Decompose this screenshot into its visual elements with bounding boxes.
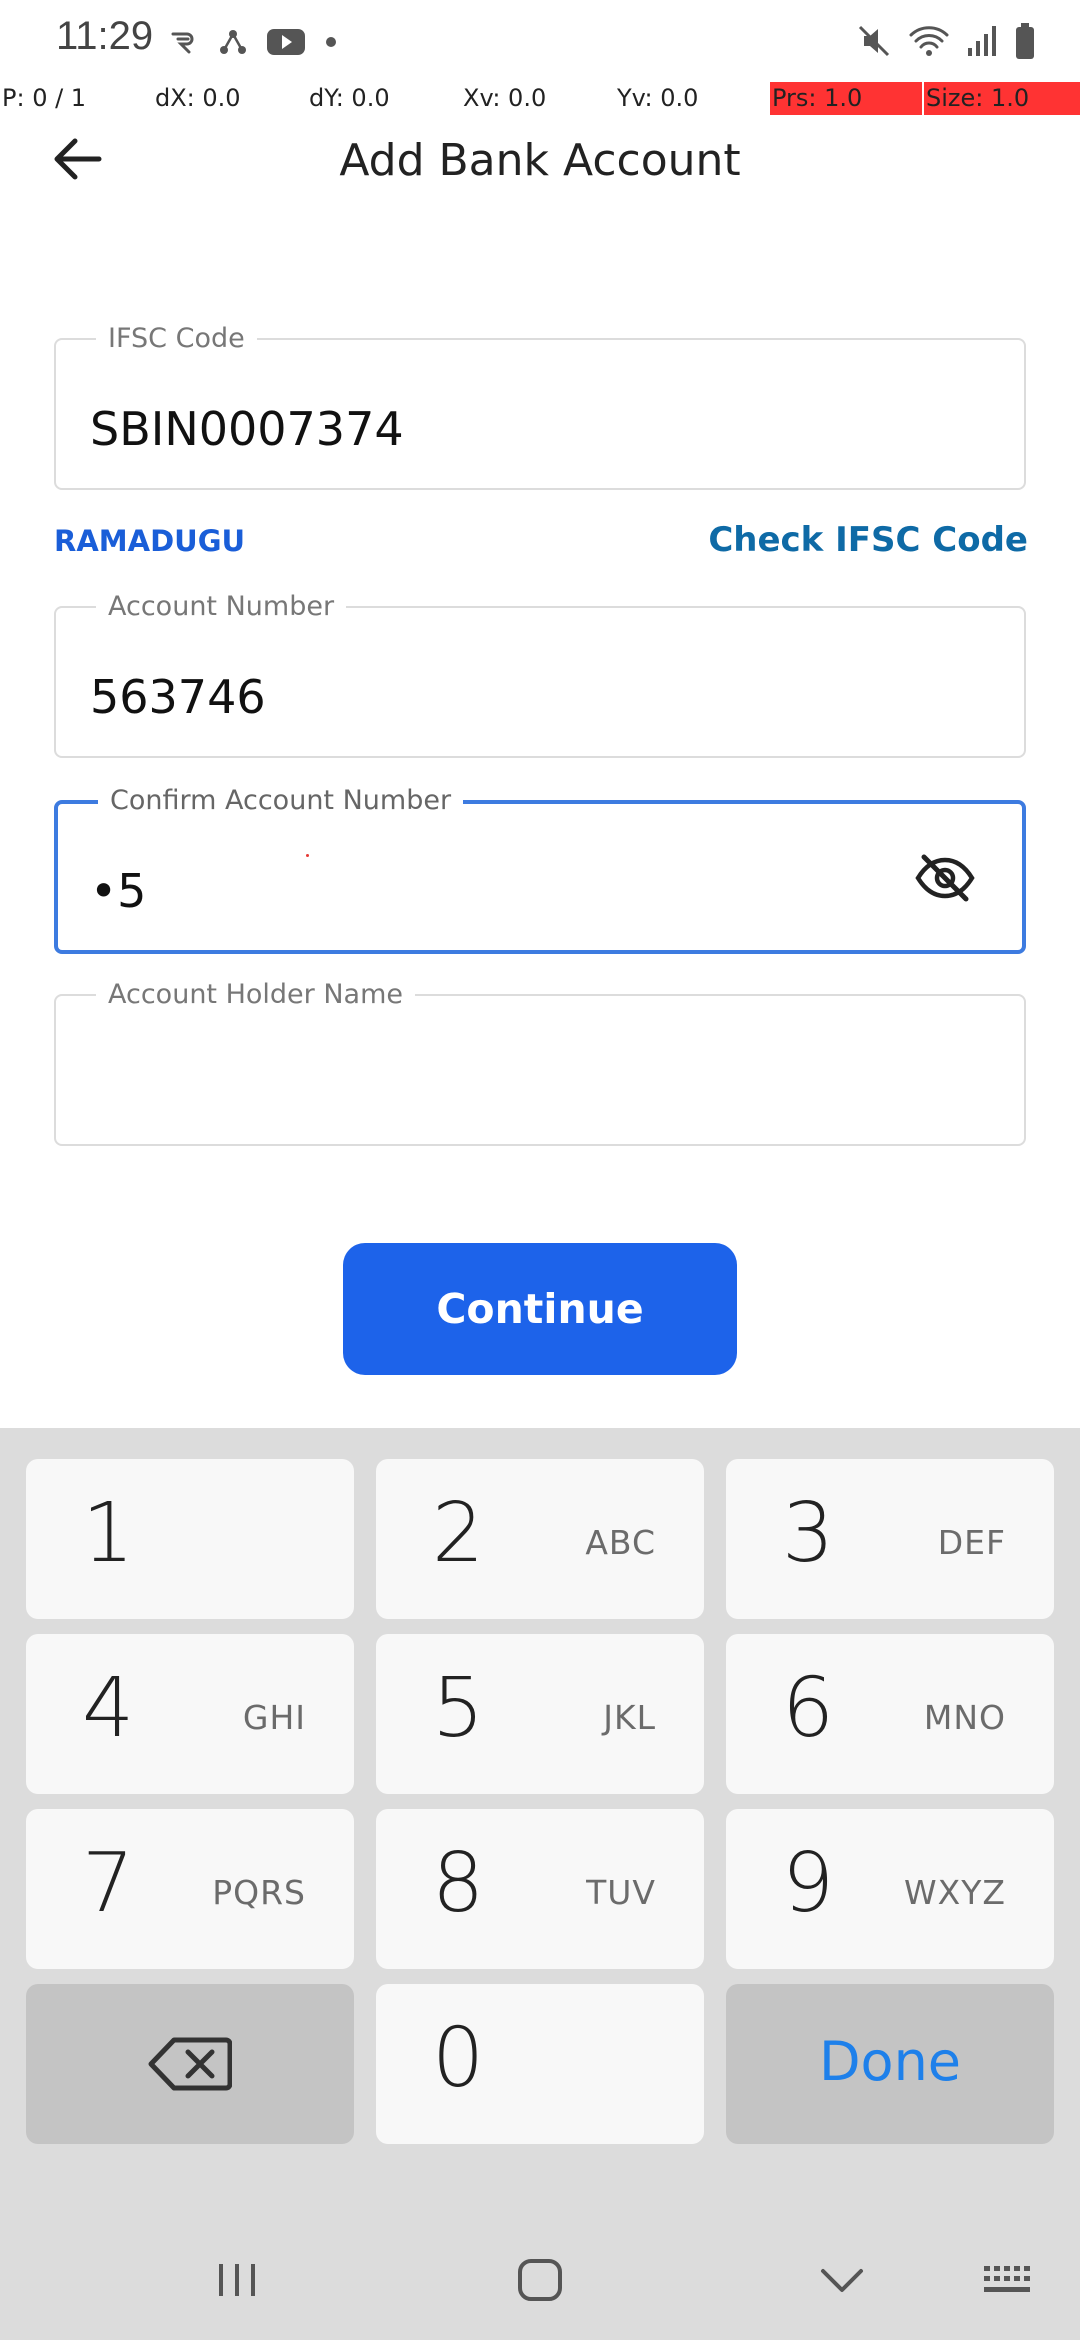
key-digit: 4 xyxy=(82,1661,135,1756)
pointer-pressure: Prs: 1.0 xyxy=(770,82,922,115)
key-8[interactable]: 8 TUV xyxy=(376,1809,704,1969)
key-6[interactable]: 6 MNO xyxy=(726,1634,1054,1794)
status-notification-icons xyxy=(170,22,338,62)
confirm-account-number-field[interactable]: Confirm Account Number •5 xyxy=(54,784,1026,954)
hide-keyboard-button[interactable] xyxy=(802,2250,882,2314)
account-number-label: Account Number xyxy=(96,590,347,624)
key-letters: JKL xyxy=(603,1698,656,1737)
key-digit: 1 xyxy=(82,1486,135,1581)
key-digit: 0 xyxy=(432,2011,485,2106)
account-holder-name-label: Account Holder Name xyxy=(96,978,416,1012)
key-digit: 6 xyxy=(782,1661,835,1756)
key-5[interactable]: 5 JKL xyxy=(376,1634,704,1794)
key-letters: ABC xyxy=(585,1523,656,1562)
recent-apps-button[interactable] xyxy=(197,2250,277,2314)
mute-icon xyxy=(856,23,892,59)
home-button[interactable] xyxy=(500,2250,580,2314)
key-letters: TUV xyxy=(586,1873,656,1912)
key-digit: 8 xyxy=(432,1836,485,1931)
key-digit: 9 xyxy=(782,1836,835,1931)
youtube-icon xyxy=(266,27,306,57)
confirm-account-number-label: Confirm Account Number xyxy=(98,784,464,818)
keyboard-switch-button[interactable] xyxy=(968,2250,1048,2314)
recent-apps-icon xyxy=(215,2260,259,2305)
keyboard-switch-icon xyxy=(983,2264,1033,2301)
key-3[interactable]: 3 DEF xyxy=(726,1459,1054,1619)
key-1[interactable]: 1 xyxy=(26,1459,354,1619)
pointer-count: P: 0 / 1 xyxy=(2,84,87,112)
status-bar: 11:29 xyxy=(0,0,1080,82)
account-holder-name-field[interactable]: Account Holder Name xyxy=(54,978,1026,1146)
key-2[interactable]: 2 ABC xyxy=(376,1459,704,1619)
touch-indicator xyxy=(306,854,309,857)
done-key[interactable]: Done xyxy=(726,1984,1054,2144)
key-letters: PQRS xyxy=(212,1873,306,1912)
ifsc-code-field[interactable]: IFSC Code SBIN0007374 xyxy=(54,322,1026,490)
backspace-key[interactable] xyxy=(26,1984,354,2144)
toggle-visibility-button[interactable] xyxy=(912,852,978,908)
backspace-icon xyxy=(26,1984,354,2144)
numeric-keyboard: 1 2 ABC 3 DEF 4 GHI 5 JKL 6 MNO 7 PQRS 8… xyxy=(0,1428,1080,2340)
status-system-icons xyxy=(856,18,1036,64)
eye-off-icon xyxy=(914,853,976,908)
key-letters: DEF xyxy=(937,1523,1006,1562)
ifsc-code-label: IFSC Code xyxy=(96,322,257,356)
account-number-field[interactable]: Account Number 563746 xyxy=(54,590,1026,758)
hide-keyboard-icon xyxy=(819,2265,865,2300)
continue-button[interactable]: Continue xyxy=(343,1243,737,1375)
key-digit: 7 xyxy=(82,1836,135,1931)
done-label: Done xyxy=(818,2030,962,2093)
key-7[interactable]: 7 PQRS xyxy=(26,1809,354,1969)
account-number-value[interactable]: 563746 xyxy=(90,670,266,724)
key-letters: WXYZ xyxy=(903,1873,1006,1912)
battery-icon xyxy=(1014,22,1036,60)
reddit-like-icon xyxy=(170,30,200,54)
key-digit: 3 xyxy=(782,1486,835,1581)
home-icon xyxy=(517,2258,563,2307)
check-ifsc-link[interactable]: Check IFSC Code xyxy=(708,520,1028,560)
key-4[interactable]: 4 GHI xyxy=(26,1634,354,1794)
pointer-dx: dX: 0.0 xyxy=(155,84,241,112)
confirm-account-number-value[interactable]: •5 xyxy=(90,864,146,918)
key-0[interactable]: 0 xyxy=(376,1984,704,2144)
ifsc-branch-name: RAMADUGU xyxy=(54,524,246,558)
dot-icon xyxy=(324,35,338,49)
share-icon xyxy=(218,28,248,56)
page-title: Add Bank Account xyxy=(339,135,741,186)
status-time: 11:29 xyxy=(56,14,154,58)
key-letters: MNO xyxy=(923,1698,1006,1737)
pointer-size: Size: 1.0 xyxy=(924,82,1080,115)
key-9[interactable]: 9 WXYZ xyxy=(726,1809,1054,1969)
wifi-icon xyxy=(908,23,950,59)
pointer-yv: Yv: 0.0 xyxy=(617,84,699,112)
navigation-bar xyxy=(0,2230,1080,2340)
pointer-dy: dY: 0.0 xyxy=(309,84,390,112)
key-digit: 5 xyxy=(432,1661,485,1756)
key-letters: GHI xyxy=(242,1698,306,1737)
ifsc-code-value[interactable]: SBIN0007374 xyxy=(90,402,404,456)
pointer-xv: Xv: 0.0 xyxy=(463,84,547,112)
signal-icon xyxy=(966,24,998,58)
key-digit: 2 xyxy=(432,1486,485,1581)
pointer-location-overlay: P: 0 / 1 dX: 0.0 dY: 0.0 Xv: 0.0 Yv: 0.0… xyxy=(0,82,1080,115)
app-bar: Add Bank Account xyxy=(0,115,1080,205)
